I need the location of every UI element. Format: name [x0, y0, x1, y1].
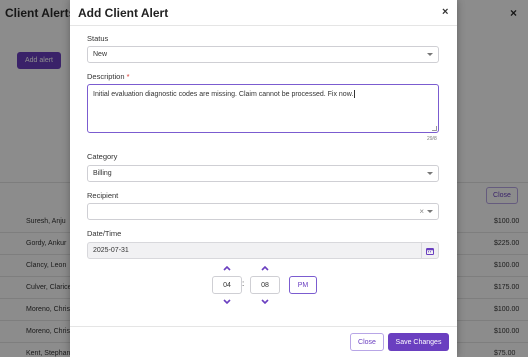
- chevron-down-icon: [223, 298, 231, 304]
- dialog-header: Add Client Alert ×: [70, 0, 457, 26]
- add-client-alert-dialog: Add Client Alert × Status New Descriptio…: [70, 0, 457, 357]
- time-separator: :: [242, 279, 245, 288]
- required-marker: *: [126, 72, 130, 81]
- minute-decrement-button[interactable]: [259, 297, 271, 305]
- calendar-icon: [426, 247, 434, 255]
- category-value: Billing: [93, 170, 112, 177]
- chevron-down-icon: [427, 210, 433, 213]
- chevron-up-icon: [223, 265, 231, 271]
- date-value: 2025-07-31: [93, 247, 129, 254]
- date-input[interactable]: 2025-07-31: [87, 242, 439, 259]
- dialog-footer-divider: [70, 326, 457, 327]
- dialog-title: Add Client Alert: [78, 6, 169, 20]
- description-label: Description *: [87, 72, 130, 81]
- meridiem-toggle-button[interactable]: PM: [289, 276, 317, 294]
- hour-input[interactable]: 04: [212, 276, 242, 294]
- hour-increment-button[interactable]: [221, 264, 233, 272]
- recipient-label: Recipient: [87, 191, 119, 200]
- chevron-down-icon: [261, 298, 269, 304]
- close-icon[interactable]: ×: [442, 6, 448, 18]
- clear-icon[interactable]: ×: [419, 207, 424, 216]
- description-text: Initial evaluation diagnostic codes are …: [93, 90, 354, 98]
- chevron-down-icon: [427, 53, 433, 56]
- datetime-label: Date/Time: [87, 229, 122, 238]
- save-changes-button[interactable]: Save Changes: [388, 333, 449, 351]
- category-label: Category: [87, 152, 118, 161]
- status-select[interactable]: New: [87, 46, 439, 63]
- minute-increment-button[interactable]: [259, 264, 271, 272]
- minute-input[interactable]: 08: [250, 276, 280, 294]
- description-value: Initial evaluation diagnostic codes are …: [93, 90, 356, 98]
- resize-handle-icon[interactable]: [432, 126, 437, 131]
- text-cursor: [354, 90, 356, 98]
- description-label-text: Description: [87, 72, 125, 81]
- status-label: Status: [87, 34, 109, 43]
- description-textarea[interactable]: Initial evaluation diagnostic codes are …: [87, 84, 439, 133]
- hour-decrement-button[interactable]: [221, 297, 233, 305]
- chevron-down-icon: [427, 172, 433, 175]
- calendar-button[interactable]: [421, 243, 438, 258]
- category-select[interactable]: Billing: [87, 165, 439, 182]
- chevron-up-icon: [261, 265, 269, 271]
- close-button[interactable]: Close: [350, 333, 384, 351]
- recipient-select[interactable]: ×: [87, 203, 439, 220]
- character-count: 29/8: [427, 136, 437, 142]
- status-value: New: [93, 51, 108, 58]
